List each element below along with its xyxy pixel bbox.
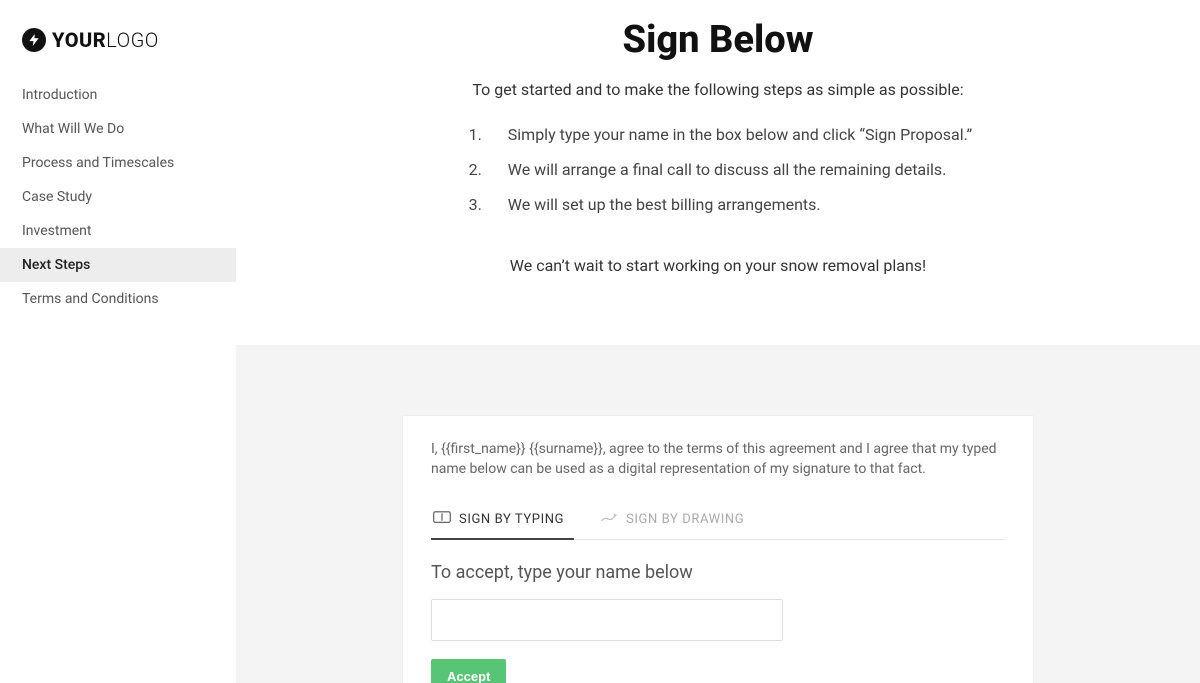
nav-item-introduction[interactable]: Introduction [0, 78, 236, 112]
keyboard-icon [433, 510, 451, 528]
nav-item-terms-and-conditions[interactable]: Terms and Conditions [0, 282, 236, 316]
closing-text: We can’t wait to start working on your s… [296, 256, 1140, 275]
page-title: Sign Below [296, 18, 1140, 62]
tab-sign-by-drawing[interactable]: SIGN BY DRAWING [598, 502, 754, 540]
step-item: We will set up the best billing arrangem… [486, 187, 972, 222]
signature-card: I, {{first_name}} {{surname}}, agree to … [402, 415, 1034, 683]
nav-item-what-will-we-do[interactable]: What Will We Do [0, 112, 236, 146]
step-item: Simply type your name in the box below a… [486, 117, 972, 152]
nav-item-case-study[interactable]: Case Study [0, 180, 236, 214]
signature-section: I, {{first_name}} {{surname}}, agree to … [236, 345, 1200, 683]
intro-text: To get started and to make the following… [296, 80, 1140, 99]
logo-text-thin: LOGO [106, 28, 159, 52]
steps-list: Simply type your name in the box below a… [464, 117, 972, 222]
bolt-icon [22, 28, 46, 52]
tab-sign-by-typing[interactable]: SIGN BY TYPING [431, 502, 574, 540]
instruction-text: To accept, type your name below [431, 562, 1005, 583]
nav-item-next-steps[interactable]: Next Steps [0, 248, 236, 282]
tab-label: SIGN BY DRAWING [626, 512, 744, 527]
main-content: Sign Below To get started and to make th… [236, 0, 1200, 683]
sign-below-section: Sign Below To get started and to make th… [236, 0, 1200, 345]
nav-item-process-and-timescales[interactable]: Process and Timescales [0, 146, 236, 180]
signature-tabs: SIGN BY TYPING SIGN BY DRAWING [431, 501, 1005, 540]
tab-label: SIGN BY TYPING [459, 512, 564, 527]
accept-button[interactable]: Accept [431, 659, 506, 683]
nav: Introduction What Will We Do Process and… [0, 78, 236, 316]
agreement-text: I, {{first_name}} {{surname}}, agree to … [431, 440, 1005, 479]
pen-icon [600, 510, 618, 528]
logo-text-bold: YOUR [52, 28, 106, 52]
logo: YOURLOGO [0, 22, 236, 78]
logo-text: YOURLOGO [52, 28, 159, 52]
nav-item-investment[interactable]: Investment [0, 214, 236, 248]
name-input[interactable] [431, 599, 783, 641]
sidebar: YOURLOGO Introduction What Will We Do Pr… [0, 0, 236, 683]
step-item: We will arrange a final call to discuss … [486, 152, 972, 187]
